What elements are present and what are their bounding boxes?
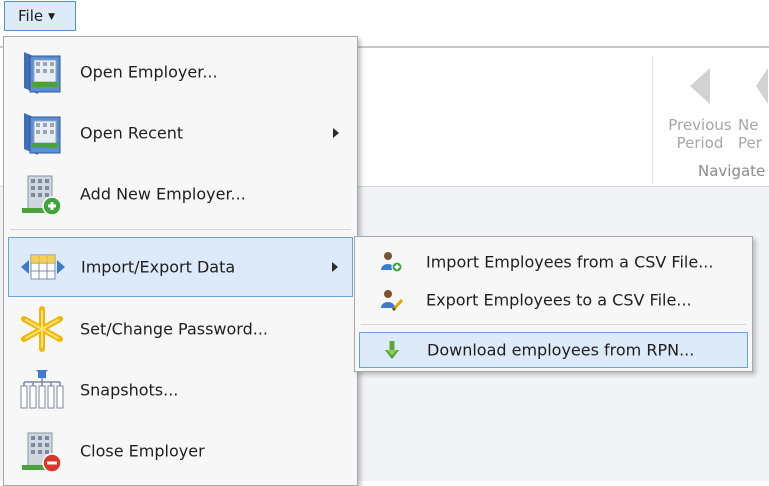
submenu-item-label: Export Employees to a CSV File...	[426, 290, 692, 310]
next-period-button[interactable]: Ne Per	[738, 62, 769, 152]
arrow-right-icon	[756, 68, 768, 104]
previous-period-button[interactable]: Previous Period	[662, 62, 738, 152]
menu-item-open-recent[interactable]: Open Recent	[8, 103, 353, 163]
menu-item-label: Open Employer...	[80, 62, 218, 82]
menu-item-set-change-password[interactable]: Set/Change Password...	[8, 299, 353, 359]
next-period-label-line2: Per	[738, 134, 762, 152]
import-employees-icon	[381, 252, 403, 273]
next-period-label-line1: Ne	[738, 116, 759, 134]
arrow-left-icon	[690, 68, 710, 104]
menu-item-label: Close Employer	[80, 441, 205, 461]
file-menu-label: File	[18, 7, 44, 25]
submenu-item-export-employees[interactable]: Export Employees to a CSV File...	[359, 281, 748, 319]
navigate-group-label: Navigate	[698, 162, 766, 180]
previous-period-label-line1: Previous	[668, 116, 732, 134]
submenu-item-download-from-rpn[interactable]: Download employees from RPN...	[359, 332, 748, 368]
export-employees-icon	[381, 290, 403, 312]
menu-item-open-employer[interactable]: Open Employer...	[8, 42, 353, 102]
import-export-icon	[21, 254, 65, 280]
snapshots-icon	[20, 370, 64, 409]
chevron-down-icon: ▼	[48, 12, 56, 22]
menu-item-label: Set/Change Password...	[80, 319, 268, 339]
menu-item-label: Open Recent	[80, 123, 184, 143]
ribbon-divider	[652, 56, 653, 184]
submenu-arrow-icon	[333, 128, 339, 138]
import-export-submenu: Import Employees from a CSV File... Expo…	[354, 236, 753, 372]
submenu-item-label: Import Employees from a CSV File...	[426, 252, 714, 272]
previous-period-label-line2: Period	[676, 134, 724, 152]
menu-item-add-new-employer[interactable]: Add New Employer...	[8, 164, 353, 224]
submenu-item-label: Download employees from RPN...	[427, 340, 695, 360]
file-menu-button[interactable]: File ▼	[4, 1, 76, 31]
close-employer-icon	[22, 432, 62, 473]
submenu-item-import-employees[interactable]: Import Employees from a CSV File...	[359, 243, 748, 281]
menu-item-label: Snapshots...	[80, 380, 179, 400]
menu-item-import-export-data[interactable]: Import/Export Data	[8, 237, 353, 297]
add-employer-icon	[22, 175, 62, 216]
file-menu: Open Employer... Open Recent Add New Emp…	[3, 36, 358, 486]
menu-separator	[10, 229, 351, 230]
open-recent-icon	[24, 113, 61, 155]
menu-item-label: Add New Employer...	[80, 184, 246, 204]
menu-item-snapshots[interactable]: Snapshots...	[8, 360, 353, 420]
menu-item-label: Import/Export Data	[81, 257, 236, 277]
password-icon	[21, 306, 63, 352]
submenu-arrow-icon	[332, 262, 338, 272]
download-arrow-icon	[385, 341, 399, 359]
submenu-separator	[361, 324, 746, 325]
open-employer-icon	[24, 52, 61, 94]
menu-item-close-employer[interactable]: Close Employer	[8, 421, 353, 481]
